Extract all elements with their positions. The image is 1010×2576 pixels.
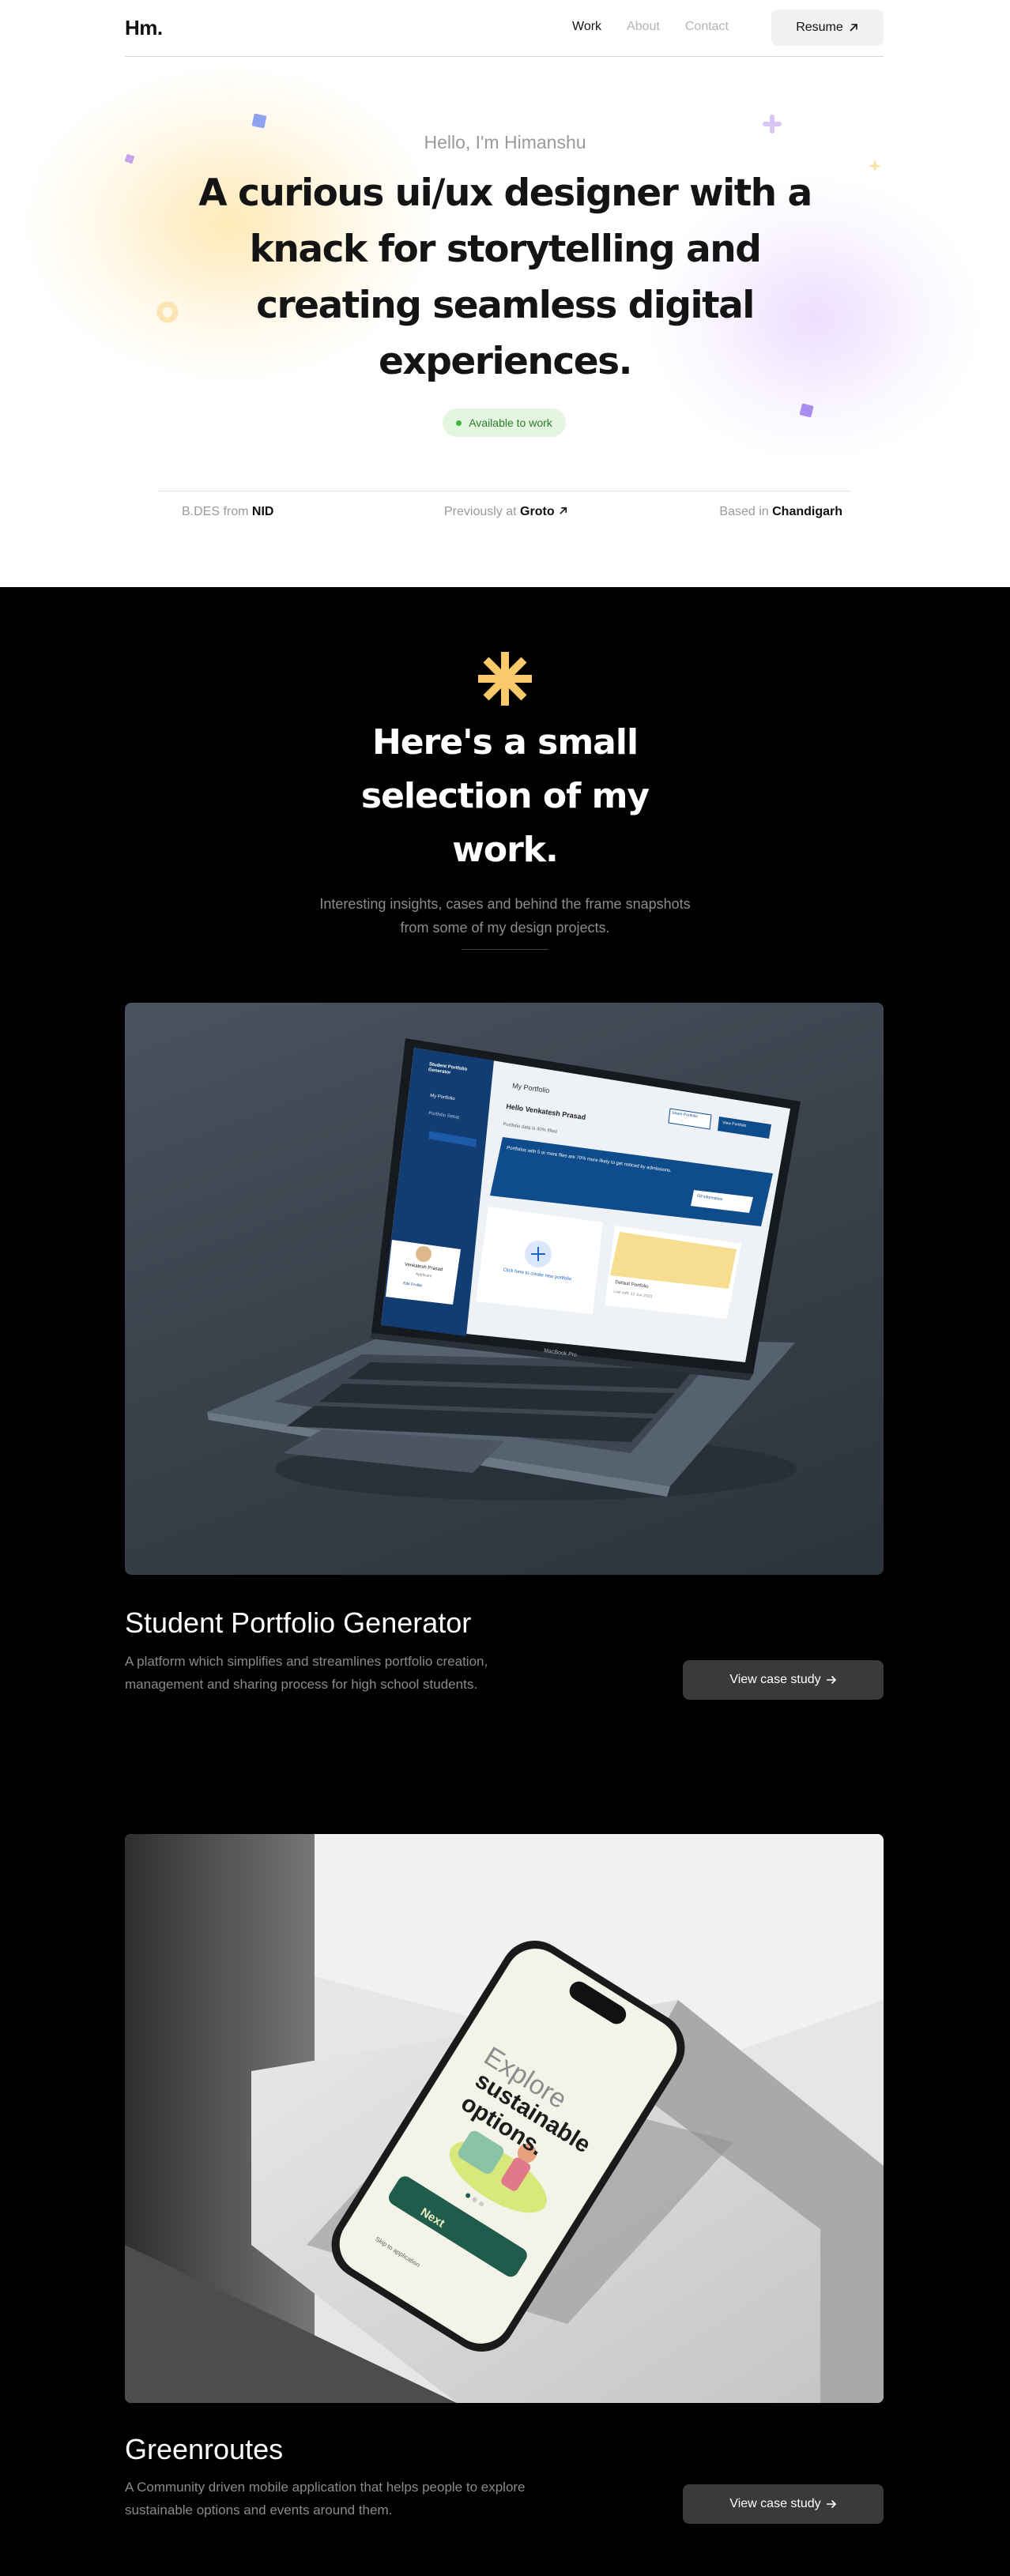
- logo[interactable]: Hm.: [125, 16, 163, 40]
- fact-previous-prefix: Previously at: [444, 505, 517, 518]
- view-case-study-button[interactable]: View case study: [683, 2484, 884, 2524]
- asterisk-icon: [478, 652, 532, 706]
- divider: [462, 949, 548, 950]
- resume-button[interactable]: Resume: [771, 9, 884, 46]
- fact-location-prefix: Based in: [719, 505, 769, 518]
- nav-links: Work About Contact: [572, 20, 729, 34]
- plus-decoration-icon: [763, 115, 782, 134]
- nav-link-work[interactable]: Work: [572, 20, 601, 34]
- project-image-greenroutes[interactable]: Explore sustainable options. Next Skip t…: [125, 1834, 884, 2403]
- fact-previous: Previously at Groto: [444, 505, 568, 519]
- hero-section: Hello, I'm Himanshu A curious ui/ux desi…: [0, 58, 1010, 587]
- top-nav: Hm. Work About Contact Resume: [125, 0, 884, 57]
- view-case-study-label: View case study: [729, 2497, 821, 2510]
- status-dot-icon: [456, 420, 462, 426]
- fact-location: Based in Chandigarh: [719, 505, 842, 519]
- project-description: A Community driven mobile application th…: [125, 2480, 526, 2518]
- availability-badge: Available to work: [443, 409, 566, 437]
- hero-facts: B.DES from NID Previously at Groto Based…: [158, 491, 850, 538]
- hero-greeting: Hello, I'm Himanshu: [424, 132, 586, 153]
- project-title[interactable]: Student Portfolio Generator: [125, 1606, 471, 1640]
- ring-decoration-icon: [156, 301, 179, 323]
- diamond-decoration-icon: [124, 153, 135, 164]
- fact-education: B.DES from NID: [182, 505, 273, 519]
- work-title: Here's a small selection of my work.: [360, 722, 650, 870]
- work-section: Here's a small selection of my work. Int…: [0, 587, 1010, 2576]
- arrow-up-right-icon: [850, 24, 857, 32]
- project-title[interactable]: Greenroutes: [125, 2433, 283, 2466]
- star-decoration-icon: [869, 160, 881, 172]
- view-case-study-label: View case study: [729, 1673, 821, 1686]
- fact-education-prefix: B.DES from: [182, 505, 249, 518]
- arrow-up-right-icon[interactable]: [558, 506, 568, 516]
- nav-link-contact[interactable]: Contact: [685, 20, 729, 34]
- work-subtitle: Interesting insights, cases and behind t…: [319, 896, 691, 936]
- square-purple-decoration-icon: [799, 403, 814, 418]
- fact-previous-value[interactable]: Groto: [520, 505, 555, 518]
- square-decoration-icon: [251, 113, 267, 129]
- availability-badge-label: Available to work: [469, 416, 552, 429]
- arrow-right-icon: [826, 2499, 836, 2509]
- hero-headline: A curious ui/ux designer with a knack fo…: [198, 171, 812, 383]
- laptop-mockup: [207, 1038, 801, 1501]
- project-image-student-portfolio[interactable]: My Portfolio Hello Venkatesh Prasad Port…: [125, 1003, 884, 1575]
- project-description: A platform which simplifies and streamli…: [125, 1654, 488, 1692]
- nav-link-about[interactable]: About: [627, 20, 660, 34]
- fact-education-value: NID: [251, 505, 274, 518]
- view-case-study-button[interactable]: View case study: [683, 1660, 884, 1700]
- fact-location-value: Chandigarh: [772, 505, 842, 518]
- resume-button-label: Resume: [796, 21, 843, 34]
- arrow-right-icon: [826, 1675, 836, 1685]
